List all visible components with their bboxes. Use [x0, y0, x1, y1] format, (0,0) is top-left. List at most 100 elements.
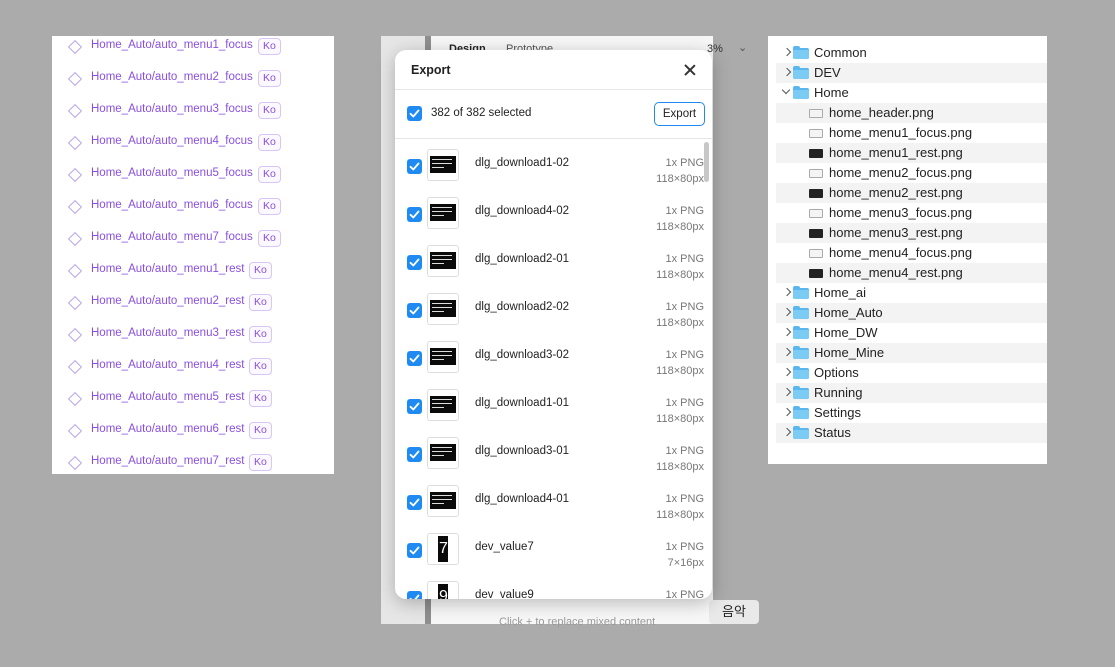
folder-row[interactable]: Running [776, 383, 1047, 403]
component-item[interactable]: Home_Auto/auto_menu5_rest Ko [52, 390, 334, 410]
export-dimensions: 118×80px [656, 269, 704, 281]
folder-row[interactable]: Options [776, 363, 1047, 383]
folder-name: Home [814, 85, 849, 100]
language-badge: Ko [258, 198, 281, 215]
select-all-checkbox[interactable] [407, 106, 422, 121]
chevron-right-icon[interactable] [782, 347, 792, 357]
export-item[interactable]: dlg_download4-01 1x PNG 118×80px [395, 475, 712, 523]
item-checkbox[interactable] [407, 591, 422, 599]
folder-row[interactable]: Home_Auto [776, 303, 1047, 323]
component-item[interactable]: Home_Auto/auto_menu6_focus Ko [52, 198, 334, 218]
file-row[interactable]: home_menu2_rest.png [776, 183, 1047, 203]
component-name: Home_Auto/auto_menu1_rest [91, 263, 245, 275]
export-item-name: dev_value9 [475, 589, 534, 599]
chevron-right-icon[interactable] [782, 407, 792, 417]
file-row[interactable]: home_header.png [776, 103, 1047, 123]
folder-row[interactable]: Status [776, 423, 1047, 443]
component-icon [67, 455, 83, 471]
file-row[interactable]: home_menu3_rest.png [776, 223, 1047, 243]
language-badge: Ko [258, 230, 281, 247]
export-dimensions: 118×80px [656, 221, 704, 233]
thumbnail: 7 [427, 533, 459, 565]
folder-row[interactable]: Home_Mine [776, 343, 1047, 363]
component-item[interactable]: Home_Auto/auto_menu2_focus Ko [52, 70, 334, 90]
file-row[interactable]: home_menu1_rest.png [776, 143, 1047, 163]
export-item[interactable]: 7 dev_value7 1x PNG 7×16px [395, 523, 712, 571]
image-file-icon [809, 229, 823, 238]
folder-row[interactable]: DEV [776, 63, 1047, 83]
export-dimensions: 118×80px [656, 413, 704, 425]
component-item[interactable]: Home_Auto/auto_menu3_focus Ko [52, 102, 334, 122]
chevron-down-icon[interactable]: ⌄ [738, 41, 747, 54]
chevron-right-icon[interactable] [782, 327, 792, 337]
folder-row[interactable]: Home_ai [776, 283, 1047, 303]
file-row[interactable]: home_menu2_focus.png [776, 163, 1047, 183]
chevron-right-icon[interactable] [782, 47, 792, 57]
export-item[interactable]: dlg_download3-01 1x PNG 118×80px [395, 427, 712, 475]
export-button[interactable]: Export [654, 102, 705, 126]
language-badge: Ko [258, 166, 281, 183]
component-item[interactable]: Home_Auto/auto_menu5_focus Ko [52, 166, 334, 186]
chevron-down-icon[interactable] [781, 85, 791, 95]
export-item[interactable]: 9 dev_value9 1x PNG [395, 571, 712, 599]
language-badge: Ko [249, 326, 272, 343]
export-list[interactable]: dlg_download1-02 1x PNG 118×80px dlg_downlo… [395, 139, 712, 599]
close-icon[interactable] [682, 62, 698, 78]
export-scale: 1x PNG [665, 493, 704, 505]
export-item[interactable]: dlg_download4-02 1x PNG 118×80px [395, 187, 712, 235]
file-name: home_menu3_rest.png [829, 225, 963, 240]
component-name: Home_Auto/auto_menu3_rest [91, 327, 245, 339]
component-item[interactable]: Home_Auto/auto_menu1_focus Ko [52, 38, 334, 58]
export-dimensions: 7×16px [667, 557, 704, 569]
file-row[interactable]: home_menu4_rest.png [776, 263, 1047, 283]
export-scale: 1x PNG [665, 301, 704, 313]
item-checkbox[interactable] [407, 207, 422, 222]
file-name: home_menu1_focus.png [829, 125, 973, 140]
export-item[interactable]: dlg_download3-02 1x PNG 118×80px [395, 331, 712, 379]
component-item[interactable]: Home_Auto/auto_menu3_rest Ko [52, 326, 334, 346]
folder-name: Status [814, 425, 851, 440]
folder-row[interactable]: Settings [776, 403, 1047, 423]
export-item[interactable]: dlg_download2-02 1x PNG 118×80px [395, 283, 712, 331]
export-item[interactable]: dlg_download2-01 1x PNG 118×80px [395, 235, 712, 283]
folder-row[interactable]: Home_DW [776, 323, 1047, 343]
item-checkbox[interactable] [407, 159, 422, 174]
export-item-name: dlg_download2-01 [475, 253, 569, 265]
component-item[interactable]: Home_Auto/auto_menu4_rest Ko [52, 358, 334, 378]
chevron-right-icon[interactable] [782, 427, 792, 437]
item-checkbox[interactable] [407, 351, 422, 366]
item-checkbox[interactable] [407, 543, 422, 558]
thumbnail [427, 293, 459, 325]
file-row[interactable]: home_menu4_focus.png [776, 243, 1047, 263]
item-checkbox[interactable] [407, 255, 422, 270]
chevron-right-icon[interactable] [782, 387, 792, 397]
export-scale: 1x PNG [665, 397, 704, 409]
item-checkbox[interactable] [407, 399, 422, 414]
image-file-icon [809, 249, 823, 258]
component-name: Home_Auto/auto_menu6_focus [91, 199, 253, 211]
font-preview-button[interactable]: 음악 [709, 600, 759, 624]
export-item[interactable]: dlg_download1-01 1x PNG 118×80px [395, 379, 712, 427]
chevron-right-icon[interactable] [782, 367, 792, 377]
folder-row[interactable]: Common [776, 43, 1047, 63]
thumbnail [427, 341, 459, 373]
component-item[interactable]: Home_Auto/auto_menu1_rest Ko [52, 262, 334, 282]
item-checkbox[interactable] [407, 447, 422, 462]
component-item[interactable]: Home_Auto/auto_menu4_focus Ko [52, 134, 334, 154]
component-name: Home_Auto/auto_menu4_rest [91, 359, 245, 371]
chevron-right-icon[interactable] [782, 67, 792, 77]
component-item[interactable]: Home_Auto/auto_menu7_focus Ko [52, 230, 334, 250]
component-item[interactable]: Home_Auto/auto_menu6_rest Ko [52, 422, 334, 442]
scrollbar[interactable] [704, 142, 709, 182]
component-item[interactable]: Home_Auto/auto_menu2_rest Ko [52, 294, 334, 314]
file-row[interactable]: home_menu1_focus.png [776, 123, 1047, 143]
language-badge: Ko [258, 134, 281, 151]
chevron-right-icon[interactable] [782, 287, 792, 297]
item-checkbox[interactable] [407, 303, 422, 318]
item-checkbox[interactable] [407, 495, 422, 510]
file-row[interactable]: home_menu3_focus.png [776, 203, 1047, 223]
component-item[interactable]: Home_Auto/auto_menu7_rest Ko [52, 454, 334, 474]
chevron-right-icon[interactable] [782, 307, 792, 317]
folder-row[interactable]: Home [776, 83, 1047, 103]
export-item[interactable]: dlg_download1-02 1x PNG 118×80px [395, 139, 712, 187]
